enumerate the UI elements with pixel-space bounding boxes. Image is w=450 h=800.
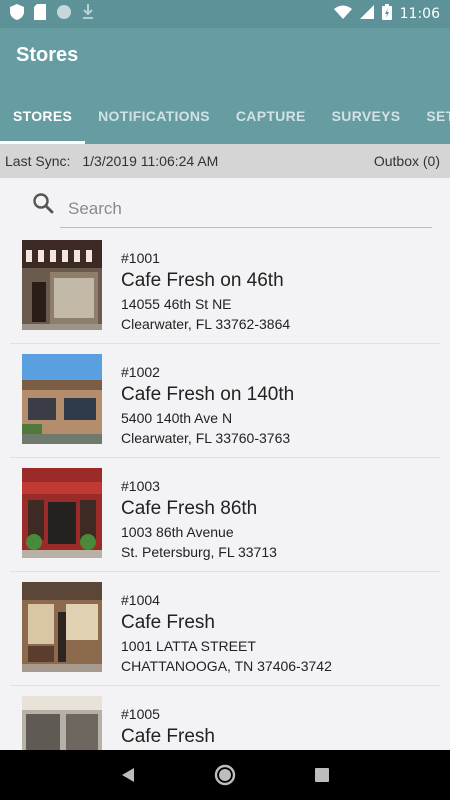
tab-surveys[interactable]: SURVEYS	[319, 98, 414, 144]
store-name: Cafe Fresh 86th	[121, 498, 258, 519]
search-icon	[32, 192, 54, 214]
store-row[interactable]: #1002 Cafe Fresh on 140th 5400 140th Ave…	[10, 344, 440, 458]
tab-bar: STORES NOTIFICATIONS CAPTURE SURVEYS SET…	[0, 98, 450, 144]
store-row[interactable]: #1001 Cafe Fresh on 46th 14055 46th St N…	[10, 230, 440, 344]
store-photo	[22, 468, 102, 558]
store-address-line2: Clearwater, FL 33762-3864	[121, 316, 291, 332]
wifi-icon	[333, 5, 352, 23]
store-photo	[22, 696, 102, 750]
store-name: Cafe Fresh	[121, 726, 215, 747]
store-name: Cafe Fresh	[121, 612, 215, 633]
store-name: Cafe Fresh on 140th	[121, 384, 295, 405]
shield-icon	[10, 3, 24, 25]
back-icon[interactable]	[113, 760, 143, 790]
home-icon[interactable]	[210, 760, 240, 790]
system-nav-bar	[0, 750, 450, 800]
tab-notifications[interactable]: NOTIFICATIONS	[85, 98, 223, 144]
tab-settings[interactable]: SETTI	[413, 98, 450, 144]
sync-bar: Last Sync: 1/3/2019 11:06:24 AM Outbox (…	[0, 144, 450, 178]
store-photo	[22, 582, 102, 672]
store-address-line2: CHATTANOOGA, TN 37406-3742	[121, 658, 332, 674]
store-list: #1001 Cafe Fresh on 46th 14055 46th St N…	[0, 230, 450, 750]
store-address-line1: 1003 86th Avenue	[121, 524, 234, 540]
tab-stores[interactable]: STORES	[0, 98, 86, 144]
last-sync-label: Last Sync:	[5, 153, 71, 169]
store-photo	[22, 354, 102, 444]
store-address-line1: 1001 LATTA STREET	[121, 638, 256, 654]
battery-icon	[381, 4, 392, 24]
outbox-count[interactable]: Outbox (0)	[374, 153, 440, 169]
recents-icon[interactable]	[307, 760, 337, 790]
search-input[interactable]	[60, 190, 432, 228]
search-row	[0, 178, 450, 230]
status-bar: 11:06	[0, 0, 450, 28]
store-row[interactable]: #1005 Cafe Fresh	[10, 686, 440, 750]
sd-card-icon	[34, 3, 46, 25]
store-number: #1002	[121, 364, 160, 380]
store-photo	[22, 240, 102, 330]
store-number: #1001	[121, 250, 160, 266]
tab-capture[interactable]: CAPTURE	[223, 98, 319, 144]
store-name: Cafe Fresh on 46th	[121, 270, 284, 291]
sync-circle-icon	[56, 4, 72, 25]
download-icon	[82, 3, 94, 25]
store-address-line1: 5400 140th Ave N	[121, 410, 233, 426]
page-title: Stores	[16, 44, 79, 66]
store-address-line1: 14055 46th St NE	[121, 296, 232, 312]
store-number: #1005	[121, 706, 160, 722]
store-number: #1003	[121, 478, 160, 494]
store-row[interactable]: #1004 Cafe Fresh 1001 LATTA STREET CHATT…	[10, 572, 440, 686]
clock-time: 11:06	[399, 6, 440, 22]
store-row[interactable]: #1003 Cafe Fresh 86th 1003 86th Avenue S…	[10, 458, 440, 572]
app-bar: Stores STORES NOTIFICATIONS CAPTURE SURV…	[0, 28, 450, 144]
last-sync-value: 1/3/2019 11:06:24 AM	[82, 153, 219, 169]
store-address-line2: Clearwater, FL 33760-3763	[121, 430, 291, 446]
signal-icon	[359, 5, 374, 23]
store-number: #1004	[121, 592, 160, 608]
store-address-line2: St. Petersburg, FL 33713	[121, 544, 277, 560]
